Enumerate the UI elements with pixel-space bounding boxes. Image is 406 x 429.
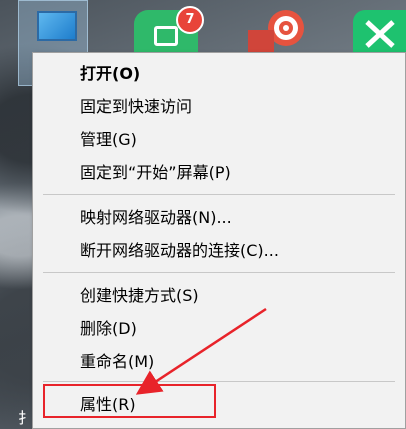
menu-item-open[interactable]: 打开(O) <box>33 57 405 90</box>
shopping-bag-icon <box>154 26 178 46</box>
desktop-label-fragment: 扌 <box>18 409 34 427</box>
menu-item-rename[interactable]: 重命名(M) <box>33 345 405 378</box>
spiral-app-icon[interactable] <box>248 8 312 56</box>
notification-badge: 7 <box>176 6 204 34</box>
menu-item-pin-quick-access[interactable]: 固定到快速访问 <box>33 90 405 123</box>
annotation-highlight-box <box>43 384 216 418</box>
menu-item-map-network-drive[interactable]: 映射网络驱动器(N)... <box>33 201 405 234</box>
menu-item-delete[interactable]: 删除(D) <box>33 312 405 345</box>
menu-item-create-shortcut[interactable]: 创建快捷方式(S) <box>33 279 405 312</box>
menu-separator <box>43 194 395 195</box>
spiral-icon <box>248 10 304 56</box>
menu-item-disconnect-network-drive[interactable]: 断开网络驱动器的连接(C)... <box>33 234 405 267</box>
green-x-app-icon[interactable] <box>353 10 406 56</box>
monitor-icon <box>37 11 77 41</box>
menu-item-pin-start[interactable]: 固定到“开始”屏幕(P) <box>33 156 405 189</box>
context-menu: 打开(O) 固定到快速访问 管理(G) 固定到“开始”屏幕(P) 映射网络驱动器… <box>32 52 406 429</box>
menu-item-manage[interactable]: 管理(G) <box>33 123 405 156</box>
menu-separator <box>43 381 395 382</box>
x-logo-icon <box>365 20 395 48</box>
menu-separator <box>43 272 395 273</box>
